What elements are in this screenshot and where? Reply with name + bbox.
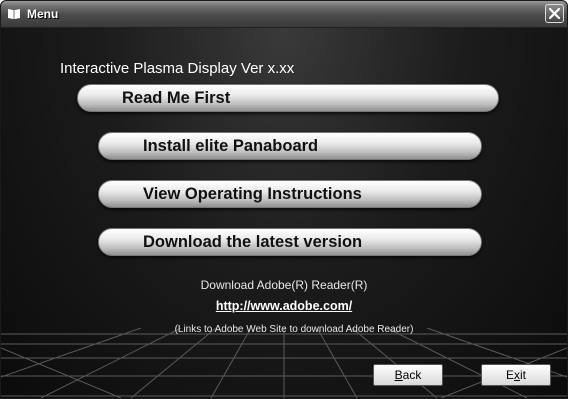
exit-prefix: E bbox=[505, 368, 514, 382]
download-latest-version-button[interactable]: Download the latest version bbox=[98, 228, 482, 256]
grid-floor-decoration bbox=[1, 328, 567, 398]
back-button-label: ack bbox=[402, 368, 422, 382]
adobe-note: (Links to Adobe Web Site to download Ado… bbox=[174, 324, 414, 335]
window-title: Menu bbox=[27, 7, 59, 21]
back-mnemonic: B bbox=[394, 368, 403, 382]
view-operating-instructions-button[interactable]: View Operating Instructions bbox=[98, 180, 482, 208]
menu-window: Menu Interactive Plasma Display Ver x.xx… bbox=[0, 0, 568, 399]
book-icon bbox=[7, 7, 21, 19]
close-button[interactable] bbox=[545, 4, 564, 23]
title-bar[interactable]: Menu bbox=[1, 1, 567, 28]
adobe-reader-label: Download Adobe(R) Reader(R) bbox=[200, 278, 368, 292]
adobe-link[interactable]: http://www.adobe.com/ bbox=[1, 299, 567, 313]
menu-panel: Interactive Plasma Display Ver x.xx Read… bbox=[1, 28, 567, 398]
back-button[interactable]: Back bbox=[373, 364, 443, 386]
close-icon bbox=[548, 7, 561, 20]
exit-button[interactable]: Exit bbox=[481, 364, 551, 386]
exit-button-label: it bbox=[520, 368, 526, 382]
install-panaboard-button[interactable]: Install elite Panaboard bbox=[98, 132, 482, 160]
read-me-first-button[interactable]: Read Me First bbox=[77, 84, 499, 112]
page-title: Interactive Plasma Display Ver x.xx bbox=[60, 60, 295, 77]
